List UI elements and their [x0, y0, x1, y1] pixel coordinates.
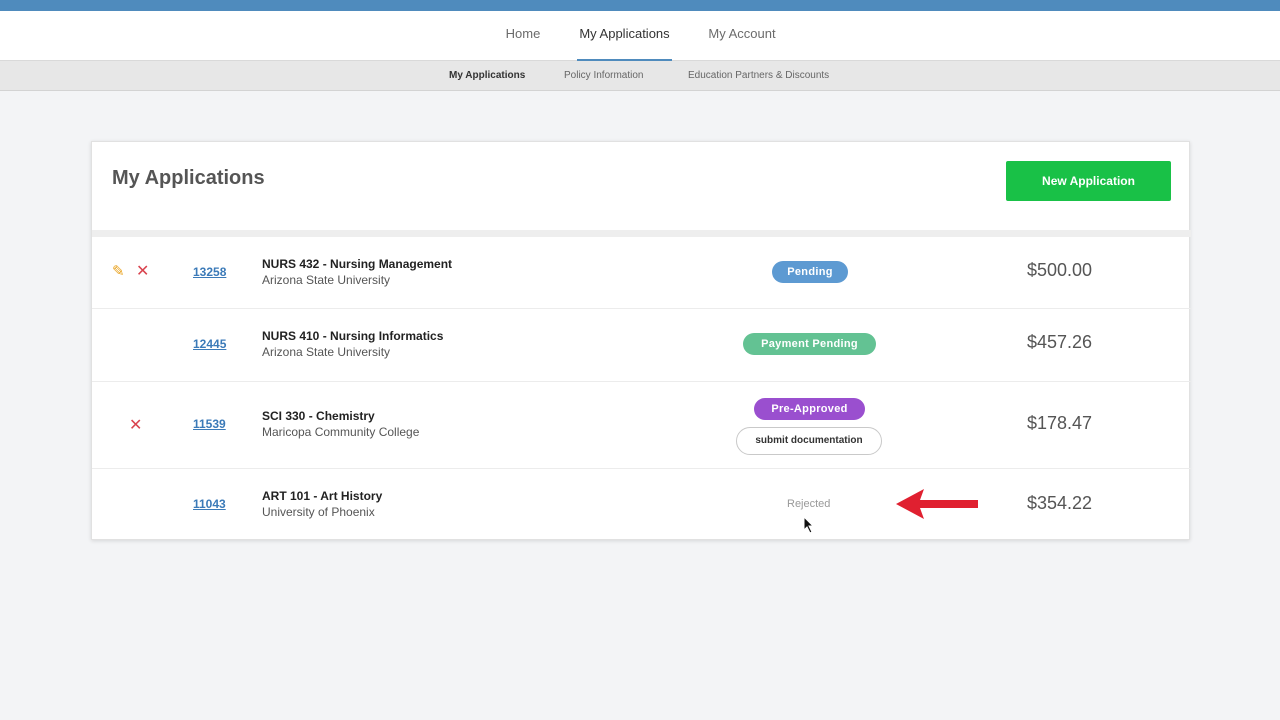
- page-title: My Applications: [112, 167, 265, 189]
- amount: $178.47: [1027, 413, 1093, 433]
- school-name: Maricopa Community College: [262, 425, 420, 439]
- subnav-policy-information[interactable]: Policy Information: [564, 61, 643, 91]
- arrow-left-icon: [896, 489, 978, 519]
- application-id-link[interactable]: 11539: [193, 417, 226, 431]
- status-badge: Pre-Approved: [754, 398, 865, 420]
- course-name: NURS 410 - Nursing Informatics: [262, 329, 444, 343]
- nav-home[interactable]: Home: [500, 11, 546, 61]
- status-badge: Pending: [772, 261, 848, 283]
- application-row: ✕ 11539 SCI 330 - Chemistry Maricopa Com…: [92, 382, 1191, 469]
- amount: $500.00: [1027, 260, 1093, 280]
- close-icon[interactable]: ✕: [136, 261, 149, 281]
- application-row: 12445 NURS 410 - Nursing Informatics Ari…: [92, 309, 1191, 382]
- course-name: SCI 330 - Chemistry: [262, 409, 375, 423]
- subnav-education-partners[interactable]: Education Partners & Discounts: [688, 61, 829, 91]
- school-name: Arizona State University: [262, 273, 391, 287]
- top-accent-bar: [0, 0, 1280, 11]
- subnav-my-applications[interactable]: My Applications: [449, 61, 525, 91]
- application-row: 11043 ART 101 - Art History University o…: [92, 469, 1191, 541]
- school-name: University of Phoenix: [262, 505, 375, 519]
- mouse-cursor-icon: [803, 516, 815, 534]
- school-name: Arizona State University: [262, 345, 391, 359]
- header-divider: [92, 230, 1191, 237]
- pencil-icon[interactable]: ✎: [112, 262, 125, 280]
- application-row: ✎ ✕ 13258 NURS 432 - Nursing Management …: [92, 237, 1191, 309]
- sub-nav: My Applications Policy Information Educa…: [0, 61, 1280, 91]
- applications-card: My Applications New Application ✎ ✕ 1325…: [91, 141, 1191, 541]
- application-id-link[interactable]: 11043: [193, 497, 226, 511]
- amount: $354.22: [1027, 493, 1093, 513]
- close-icon[interactable]: ✕: [129, 415, 142, 435]
- submit-documentation-button[interactable]: submit documentation: [736, 427, 882, 455]
- status-text: Rejected: [787, 498, 831, 510]
- course-name: ART 101 - Art History: [262, 489, 383, 503]
- nav-my-applications[interactable]: My Applications: [577, 11, 672, 61]
- amount: $457.26: [1027, 332, 1093, 352]
- course-name: NURS 432 - Nursing Management: [262, 257, 453, 271]
- main-nav: Home My Applications My Account: [0, 11, 1280, 61]
- application-id-link[interactable]: 13258: [193, 265, 226, 279]
- new-application-button[interactable]: New Application: [1006, 161, 1171, 201]
- status-badge: Payment Pending: [743, 333, 876, 355]
- application-id-link[interactable]: 12445: [193, 337, 226, 351]
- nav-my-account[interactable]: My Account: [705, 11, 779, 61]
